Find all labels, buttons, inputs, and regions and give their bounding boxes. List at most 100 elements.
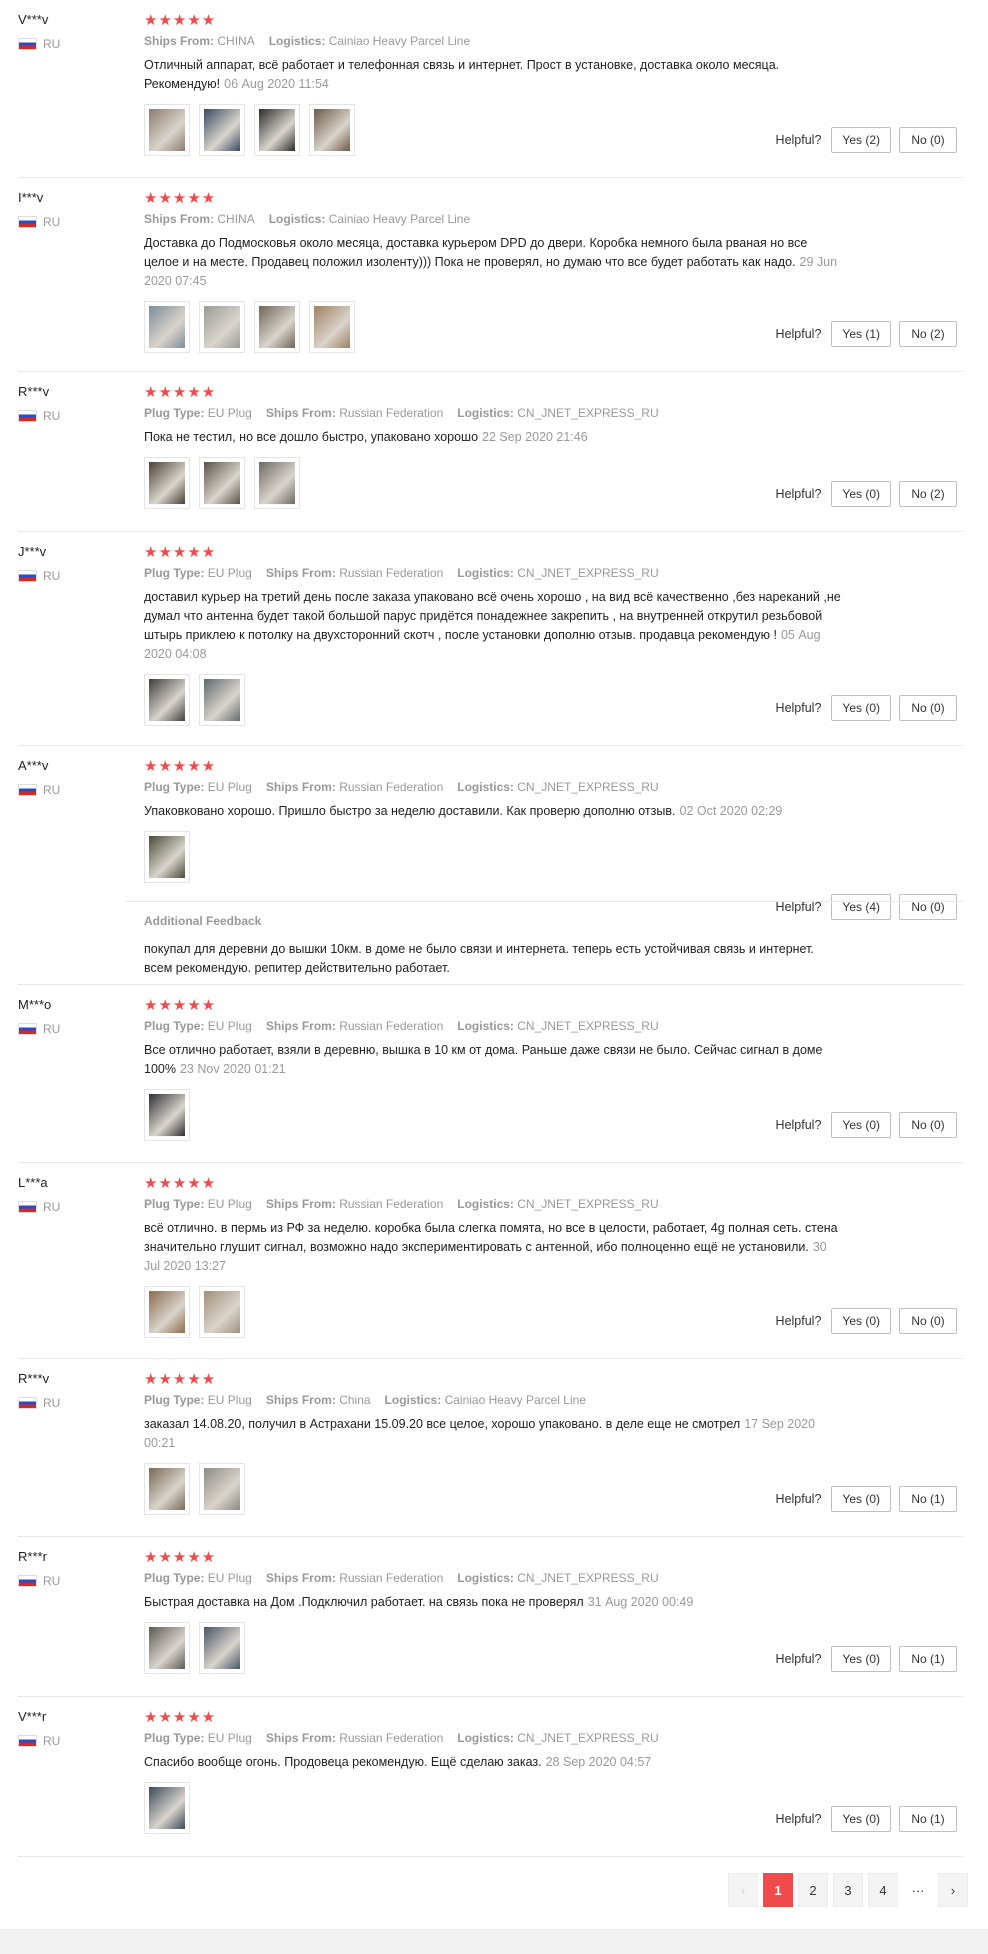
helpful-label: Helpful? <box>775 1118 822 1132</box>
additional-feedback-label: Additional Feedback <box>144 914 262 928</box>
review-photo-thumbnail[interactable] <box>199 1463 245 1515</box>
review-photo-thumbnail[interactable] <box>254 301 300 353</box>
review-photo-thumbnail[interactable] <box>144 1622 190 1674</box>
pagination-page-3[interactable]: 3 <box>833 1873 863 1907</box>
review-photo-thumbnail[interactable] <box>144 1782 190 1834</box>
ships-from: Ships From: Russian Federation <box>265 1571 444 1585</box>
helpful-no-button[interactable]: No (0) <box>899 695 957 721</box>
additional-feedback-divider <box>126 901 963 902</box>
review-photo-thumbnail[interactable] <box>144 301 190 353</box>
review-photo-thumbnail[interactable] <box>309 104 355 156</box>
reviewer-country: RU <box>18 569 60 583</box>
review-item: V***v RU ★★★★★ Ships From: CHINA Logistic… <box>18 0 963 178</box>
review-photo-thumbnail[interactable] <box>144 674 190 726</box>
reviewer-country: RU <box>18 37 60 51</box>
ships-from: Ships From: Russian Federation <box>265 566 444 580</box>
helpful-no-button[interactable]: No (0) <box>899 894 957 920</box>
review-content: ★★★★★ Plug Type: EU Plug Ships From: Russ… <box>144 1175 844 1338</box>
helpful-yes-button[interactable]: Yes (0) <box>831 1806 891 1832</box>
helpful-no-button[interactable]: No (0) <box>899 127 957 153</box>
logistics: Logistics: CN_JNET_EXPRESS_RU <box>457 406 659 420</box>
helpful-votes: Helpful? Yes (0) No (1) <box>776 1486 957 1512</box>
helpful-yes-button[interactable]: Yes (0) <box>831 1112 891 1138</box>
review-attributes: Plug Type: EU Plug Ships From: Russian Fe… <box>144 1731 844 1745</box>
review-item: R***v RU ★★★★★ Plug Type: EU Plug Ships F… <box>18 1359 963 1537</box>
star-rating: ★★★★★ <box>144 1175 217 1192</box>
review-photo-thumbnail[interactable] <box>144 1286 190 1338</box>
helpful-label: Helpful? <box>775 487 822 501</box>
russia-flag-icon <box>18 216 37 228</box>
review-photo-thumbnail[interactable] <box>144 457 190 509</box>
review-content: ★★★★★ Plug Type: EU Plug Ships From: Chin… <box>144 1372 844 1515</box>
helpful-no-button[interactable]: No (0) <box>899 1308 957 1334</box>
review-photo-thumbnail[interactable] <box>199 301 245 353</box>
review-content: ★★★★★ Plug Type: EU Plug Ships From: Russ… <box>144 759 844 883</box>
helpful-label: Helpful? <box>775 1652 822 1666</box>
helpful-yes-button[interactable]: Yes (0) <box>831 695 891 721</box>
review-photo-thumbnail[interactable] <box>199 674 245 726</box>
review-photo-thumbnail[interactable] <box>144 831 190 883</box>
review-text: Спасибо вообще огонь. Продовеца рекоменд… <box>144 1755 652 1769</box>
helpful-yes-button[interactable]: Yes (0) <box>831 1646 891 1672</box>
review-photo-thumbnail[interactable] <box>199 1286 245 1338</box>
helpful-no-button[interactable]: No (1) <box>899 1806 957 1832</box>
reviewer-name: A***v <box>18 758 49 773</box>
reviewer-name: R***v <box>18 1371 50 1386</box>
review-text: Пока не тестил, но все дошло быстро, упа… <box>144 430 588 444</box>
helpful-label: Helpful? <box>775 1492 822 1506</box>
helpful-votes: Helpful? Yes (0) No (1) <box>776 1806 957 1832</box>
review-photo-thumbnail[interactable] <box>309 301 355 353</box>
helpful-yes-button[interactable]: Yes (0) <box>831 1486 891 1512</box>
review-photo-thumbnail[interactable] <box>254 457 300 509</box>
star-rating: ★★★★★ <box>144 190 217 207</box>
ships-from: Ships From: Russian Federation <box>265 780 444 794</box>
helpful-yes-button[interactable]: Yes (0) <box>831 481 891 507</box>
pagination-next-button[interactable]: › <box>938 1873 968 1907</box>
helpful-yes-button[interactable]: Yes (2) <box>831 127 891 153</box>
reviewer-name: M***o <box>18 997 52 1012</box>
review-text: Доставка до Подмосковья около месяца, до… <box>144 236 838 288</box>
star-rating: ★★★★★ <box>144 544 217 561</box>
review-photos <box>144 1782 844 1834</box>
review-item: J***v RU ★★★★★ Plug Type: EU Plug Ships F… <box>18 532 963 746</box>
helpful-label: Helpful? <box>775 1812 822 1826</box>
helpful-label: Helpful? <box>775 900 822 914</box>
reviewer-name: J***v <box>18 544 47 559</box>
review-photo-thumbnail[interactable] <box>144 1463 190 1515</box>
pagination-page-4[interactable]: 4 <box>868 1873 898 1907</box>
pagination-prev-button[interactable]: ‹ <box>728 1873 758 1907</box>
russia-flag-icon <box>18 1397 37 1409</box>
helpful-label: Helpful? <box>775 1314 822 1328</box>
review-date: 28 Sep 2020 04:57 <box>545 1755 652 1769</box>
review-attributes: Plug Type: EU Plug Ships From: Russian Fe… <box>144 1019 844 1033</box>
review-item: L***a RU ★★★★★ Plug Type: EU Plug Ships F… <box>18 1163 963 1359</box>
review-photo-thumbnail[interactable] <box>144 104 190 156</box>
russia-flag-icon <box>18 784 37 796</box>
helpful-yes-button[interactable]: Yes (0) <box>831 1308 891 1334</box>
reviewer-country: RU <box>18 1574 60 1588</box>
review-photo-thumbnail[interactable] <box>199 457 245 509</box>
helpful-no-button[interactable]: No (0) <box>899 1112 957 1138</box>
review-photo-thumbnail[interactable] <box>254 104 300 156</box>
review-content: ★★★★★ Plug Type: EU Plug Ships From: Russ… <box>144 544 844 726</box>
helpful-yes-button[interactable]: Yes (1) <box>831 321 891 347</box>
review-photo-thumbnail[interactable] <box>199 1622 245 1674</box>
reviewer-name: V***r <box>18 1709 47 1724</box>
pagination-page-2[interactable]: 2 <box>798 1873 828 1907</box>
review-photo-thumbnail[interactable] <box>144 1089 190 1141</box>
russia-flag-icon <box>18 38 37 50</box>
helpful-no-button[interactable]: No (1) <box>899 1486 957 1512</box>
helpful-no-button[interactable]: No (2) <box>899 481 957 507</box>
pagination-page-1[interactable]: 1 <box>763 1873 793 1907</box>
helpful-no-button[interactable]: No (1) <box>899 1646 957 1672</box>
helpful-label: Helpful? <box>775 701 822 715</box>
review-date: 22 Sep 2020 21:46 <box>482 430 588 444</box>
review-photo-thumbnail[interactable] <box>199 104 245 156</box>
review-date: 02 Oct 2020 02:29 <box>679 804 783 818</box>
helpful-no-button[interactable]: No (2) <box>899 321 957 347</box>
review-photos <box>144 674 844 726</box>
plug-type: Plug Type: EU Plug <box>144 1197 252 1211</box>
reviewer-name: V***v <box>18 12 49 27</box>
review-text: всё отлично. в пермь из РФ за неделю. ко… <box>144 1221 838 1273</box>
reviewer-country: RU <box>18 1396 60 1410</box>
